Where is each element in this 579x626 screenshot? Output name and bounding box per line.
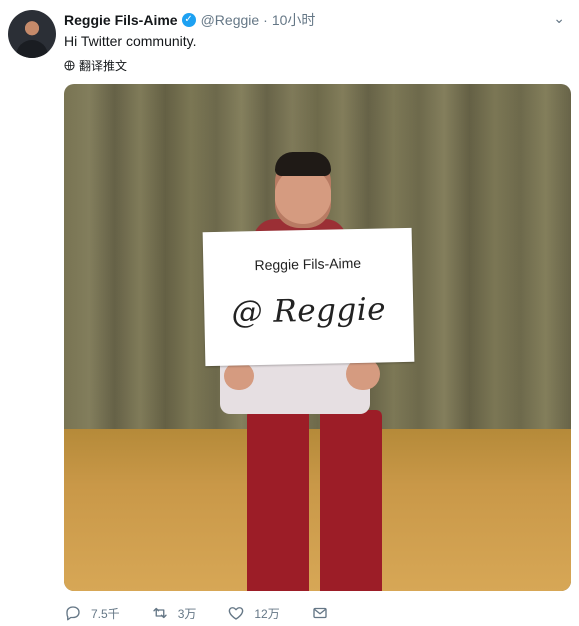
tweet-actions: 7.5千 3万 12万 [64,604,369,622]
figure-hair [275,152,331,176]
tweet-card: Reggie Fils-Aime ✓ @Reggie · 10小时 ⌄ Hi T… [0,0,579,626]
like-button[interactable]: 12万 [227,604,280,622]
sign-handle: @ Reggie [231,291,387,331]
heart-icon [229,607,244,620]
message-icon [313,607,327,619]
translate-tweet-link[interactable]: 翻译推文 [64,57,127,74]
separator-dot: · [263,12,268,28]
retweet-icon [153,607,167,619]
globe-icon [64,60,75,71]
left-hand [224,362,254,390]
like-count: 12万 [254,606,280,621]
tweet-header: Reggie Fils-Aime ✓ @Reggie · 10小时 [64,11,315,29]
retweet-count: 3万 [177,606,197,621]
reply-icon [66,606,80,621]
sign-name: Reggie Fils-Aime [254,254,362,274]
reply-count: 7.5千 [91,606,120,621]
tweet-image[interactable]: Reggie Fils-Aime @ Reggie [64,84,571,591]
message-button[interactable] [311,604,338,622]
retweet-button[interactable]: 3万 [151,604,197,622]
verified-icon: ✓ [181,13,196,27]
chevron-down-icon[interactable]: ⌄ [553,10,565,27]
name-sign: Reggie Fils-Aime @ Reggie [202,227,415,367]
translate-label: 翻译推文 [79,59,128,73]
tweet-time[interactable]: 10小时 [272,10,316,30]
figure-legs [247,410,382,591]
avatar[interactable] [8,10,56,58]
author-name[interactable]: Reggie Fils-Aime [64,12,178,28]
reply-button[interactable]: 7.5千 [64,604,120,622]
author-handle[interactable]: @Reggie [201,12,260,28]
tweet-text: Hi Twitter community. [64,33,197,49]
